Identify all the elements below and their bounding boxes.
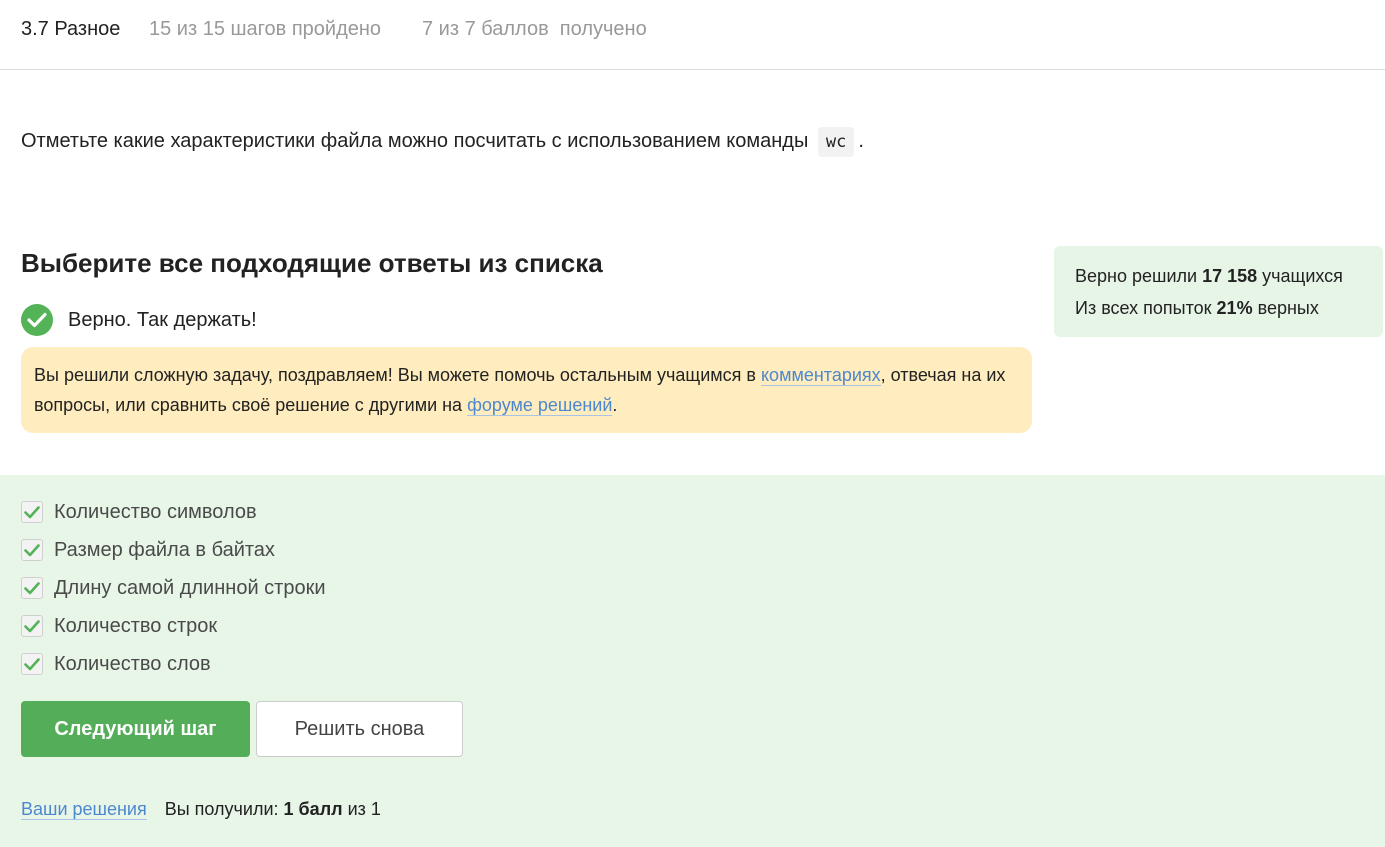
option-label[interactable]: Длину самой длинной строки: [54, 577, 326, 600]
attempts-prefix: Из всех попыток: [1075, 298, 1217, 318]
attempts-stat: Из всех попыток 21% верных: [1075, 292, 1362, 324]
hint-text-3: .: [612, 395, 618, 415]
solved-count: 17 158: [1202, 266, 1258, 286]
lesson-title[interactable]: 3.7 Разное: [21, 18, 120, 41]
result-text: Верно. Так держать!: [68, 308, 257, 331]
option-item[interactable]: Количество слов: [21, 651, 211, 677]
stats-panel: Верно решили 17 158 учащихся Из всех поп…: [1054, 246, 1383, 337]
option-item[interactable]: Длину самой длинной строки: [21, 575, 326, 601]
solved-stat: Верно решили 17 158 учащихся: [1075, 260, 1362, 292]
option-item[interactable]: Количество символов: [21, 499, 257, 525]
option-label[interactable]: Количество символов: [54, 501, 257, 524]
solved-prefix: Верно решили: [1075, 266, 1203, 286]
question-text: Отметьте какие характеристики файла можн…: [21, 126, 864, 157]
attempts-suffix: верных: [1252, 298, 1319, 318]
submission-footer: Ваши решения Вы получили: 1 балл из 1: [21, 799, 381, 820]
option-label[interactable]: Размер файла в байтах: [54, 539, 275, 562]
option-item[interactable]: Количество строк: [21, 613, 217, 639]
your-solutions-link[interactable]: Ваши решения: [21, 799, 147, 820]
comments-link[interactable]: комментариях: [760, 365, 881, 386]
attempts-percent: 21%: [1216, 298, 1253, 318]
answer-heading: Выберите все подходящие ответы из списка: [21, 248, 603, 278]
question-suffix: .: [858, 130, 864, 152]
steps-progress: 15 из 15 шагов пройдено: [149, 18, 382, 40]
check-circle-icon: [21, 304, 53, 336]
option-label[interactable]: Количество строк: [54, 615, 217, 638]
checkbox-checked-icon[interactable]: [21, 539, 43, 561]
lesson-header: 3.7 Разное 15 из 15 шагов пройдено 7 из …: [0, 0, 1385, 70]
received-suffix: из 1: [342, 799, 381, 819]
answers-section: Количество символов Размер файла в байта…: [0, 475, 1385, 847]
received-points: 1 балл: [283, 799, 343, 819]
solve-again-button[interactable]: Решить снова: [256, 701, 463, 757]
checkbox-checked-icon[interactable]: [21, 501, 43, 523]
solved-suffix: учащихся: [1257, 266, 1343, 286]
option-item[interactable]: Размер файла в байтах: [21, 537, 275, 563]
checkbox-checked-icon[interactable]: [21, 615, 43, 637]
command-code: wc: [817, 127, 855, 157]
next-step-button[interactable]: Следующий шаг: [21, 701, 250, 757]
received-prefix: Вы получили:: [164, 799, 284, 819]
score-progress: 7 из 7 баллов получено: [422, 18, 647, 40]
congrats-hint: Вы решили сложную задачу, поздравляем! В…: [21, 347, 1032, 433]
checkbox-checked-icon[interactable]: [21, 653, 43, 675]
result-status: Верно. Так держать!: [21, 303, 257, 337]
checkbox-checked-icon[interactable]: [21, 577, 43, 599]
hint-text-1: Вы решили сложную задачу, поздравляем! В…: [34, 365, 761, 385]
option-label[interactable]: Количество слов: [54, 653, 211, 676]
solutions-forum-link[interactable]: форуме решений: [467, 395, 613, 416]
question-body: Отметьте какие характеристики файла можн…: [21, 130, 809, 152]
